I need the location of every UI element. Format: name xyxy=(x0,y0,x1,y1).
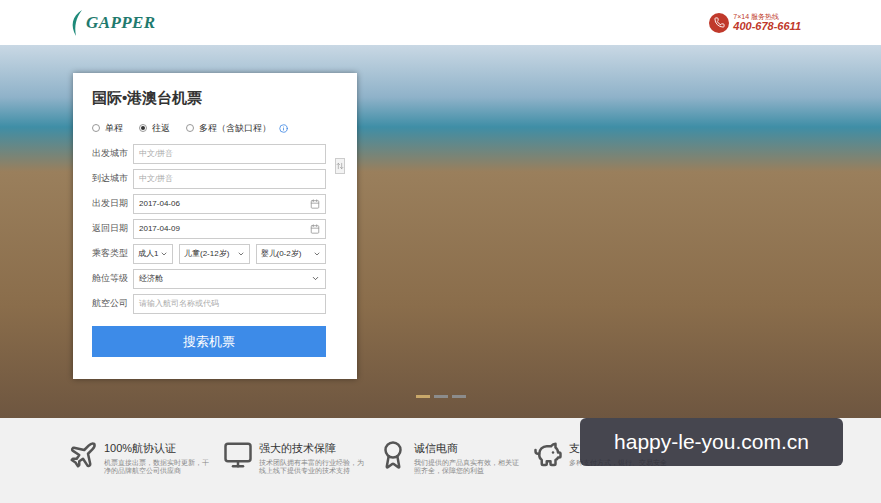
carousel-dot[interactable] xyxy=(434,395,448,398)
field-label: 乘客类型 xyxy=(92,247,133,261)
feature-icon xyxy=(533,440,563,470)
feature-icon xyxy=(68,440,98,470)
passenger-select[interactable]: 婴儿(0-2岁) xyxy=(256,244,327,264)
field-label: 航空公司 xyxy=(92,297,133,311)
info-icon[interactable] xyxy=(279,124,288,133)
calendar-icon xyxy=(310,224,320,234)
date-input[interactable]: 2017-04-06 xyxy=(133,194,326,214)
phone-icon xyxy=(714,17,725,28)
text-input[interactable]: 请输入航司名称或代码 xyxy=(133,294,326,314)
trip-type-radio[interactable]: 往返 xyxy=(139,122,170,136)
carousel-dot[interactable] xyxy=(452,395,466,398)
search-card: 国际•港澳台机票单程往返多程（含缺口程）出发城市中文/拼音到达城市中文/拼音出发… xyxy=(73,73,357,379)
text-input[interactable]: 中文/拼音 xyxy=(133,144,326,164)
feature-icon xyxy=(223,440,253,470)
trip-type-radio[interactable]: 多程（含缺口程） xyxy=(186,122,271,136)
form-row: 舱位等级经济舱 xyxy=(92,266,338,291)
passenger-select[interactable]: 儿童(2-12岁) xyxy=(179,244,250,264)
feature-desc: 我们提供的产品真实有效，相关证照齐全，保障您的利益 xyxy=(414,459,523,477)
form-row: 到达城市中文/拼音 xyxy=(92,166,326,191)
feature-desc: 技术团队拥有丰富的行业经验，为线上线下提供专业的技术支持 xyxy=(259,459,368,477)
hotline[interactable]: 7×14 服务热线400-678-6611 xyxy=(709,13,801,33)
form-row: 航空公司请输入航司名称或代码 xyxy=(92,291,338,316)
feature-icon xyxy=(378,440,408,470)
header: GAPPER 7×14 服务热线400-678-6611 xyxy=(0,0,881,45)
feature-item: 诚信电商我们提供的产品真实有效，相关证照齐全，保障您的利益 xyxy=(378,440,523,476)
logo-swoosh-icon xyxy=(68,8,84,38)
cabin-select[interactable]: 经济舱 xyxy=(133,269,326,289)
form-row: 返回日期2017-04-09 xyxy=(92,216,338,241)
trip-type-group: 单程 往返 多程（含缺口程） xyxy=(92,122,338,136)
carousel-dot[interactable] xyxy=(416,395,430,398)
feature-title: 诚信电商 xyxy=(414,440,523,457)
dropdown-icon xyxy=(160,250,168,258)
feature-desc: 机票直接出票，数据实时更新，干净的品牌航空公司供应商 xyxy=(104,459,213,477)
field-label: 出发日期 xyxy=(92,197,133,211)
date-input[interactable]: 2017-04-09 xyxy=(133,219,326,239)
calendar-icon xyxy=(310,199,320,209)
feature-item: 强大的技术保障技术团队拥有丰富的行业经验，为线上线下提供专业的技术支持 xyxy=(223,440,368,476)
text-input[interactable]: 中文/拼音 xyxy=(133,169,326,189)
city-group: 出发城市中文/拼音到达城市中文/拼音 xyxy=(92,141,338,191)
swap-button[interactable] xyxy=(335,158,345,174)
dropdown-icon xyxy=(237,250,245,258)
field-label: 到达城市 xyxy=(92,172,133,186)
field-label: 返回日期 xyxy=(92,222,133,236)
form-row: 出发日期2017-04-06 xyxy=(92,191,338,216)
swap-icon xyxy=(336,162,344,170)
feature-item: 100%航协认证机票直接出票，数据实时更新，干净的品牌航空公司供应商 xyxy=(68,440,213,476)
field-label: 出发城市 xyxy=(92,147,133,161)
page: GAPPER 7×14 服务热线400-678-6611 国际•港澳台机票单程 往返 多… xyxy=(0,0,881,503)
watermark: happy-le-you.com.cn xyxy=(580,418,843,466)
logo: GAPPER xyxy=(68,8,156,38)
carousel-dots xyxy=(0,395,881,398)
hero-photo: 国际•港澳台机票单程往返多程（含缺口程）出发城市中文/拼音到达城市中文/拼音出发… xyxy=(0,45,881,418)
search-button[interactable]: 搜索机票 xyxy=(92,326,326,357)
form-row: 乘客类型成人1 儿童(2-12岁) 婴儿(0-2岁) xyxy=(92,241,338,266)
form-row: 出发城市中文/拼音 xyxy=(92,141,326,166)
dropdown-icon xyxy=(311,274,320,283)
trip-type-radio[interactable]: 单程 xyxy=(92,122,123,136)
feature-title: 强大的技术保障 xyxy=(259,440,368,457)
feature-title: 100%航协认证 xyxy=(104,440,213,457)
field-label: 舱位等级 xyxy=(92,272,133,286)
passenger-select[interactable]: 成人1 xyxy=(133,244,173,264)
dropdown-icon xyxy=(313,250,321,258)
form-title: 国际•港澳台机票 xyxy=(92,87,338,110)
